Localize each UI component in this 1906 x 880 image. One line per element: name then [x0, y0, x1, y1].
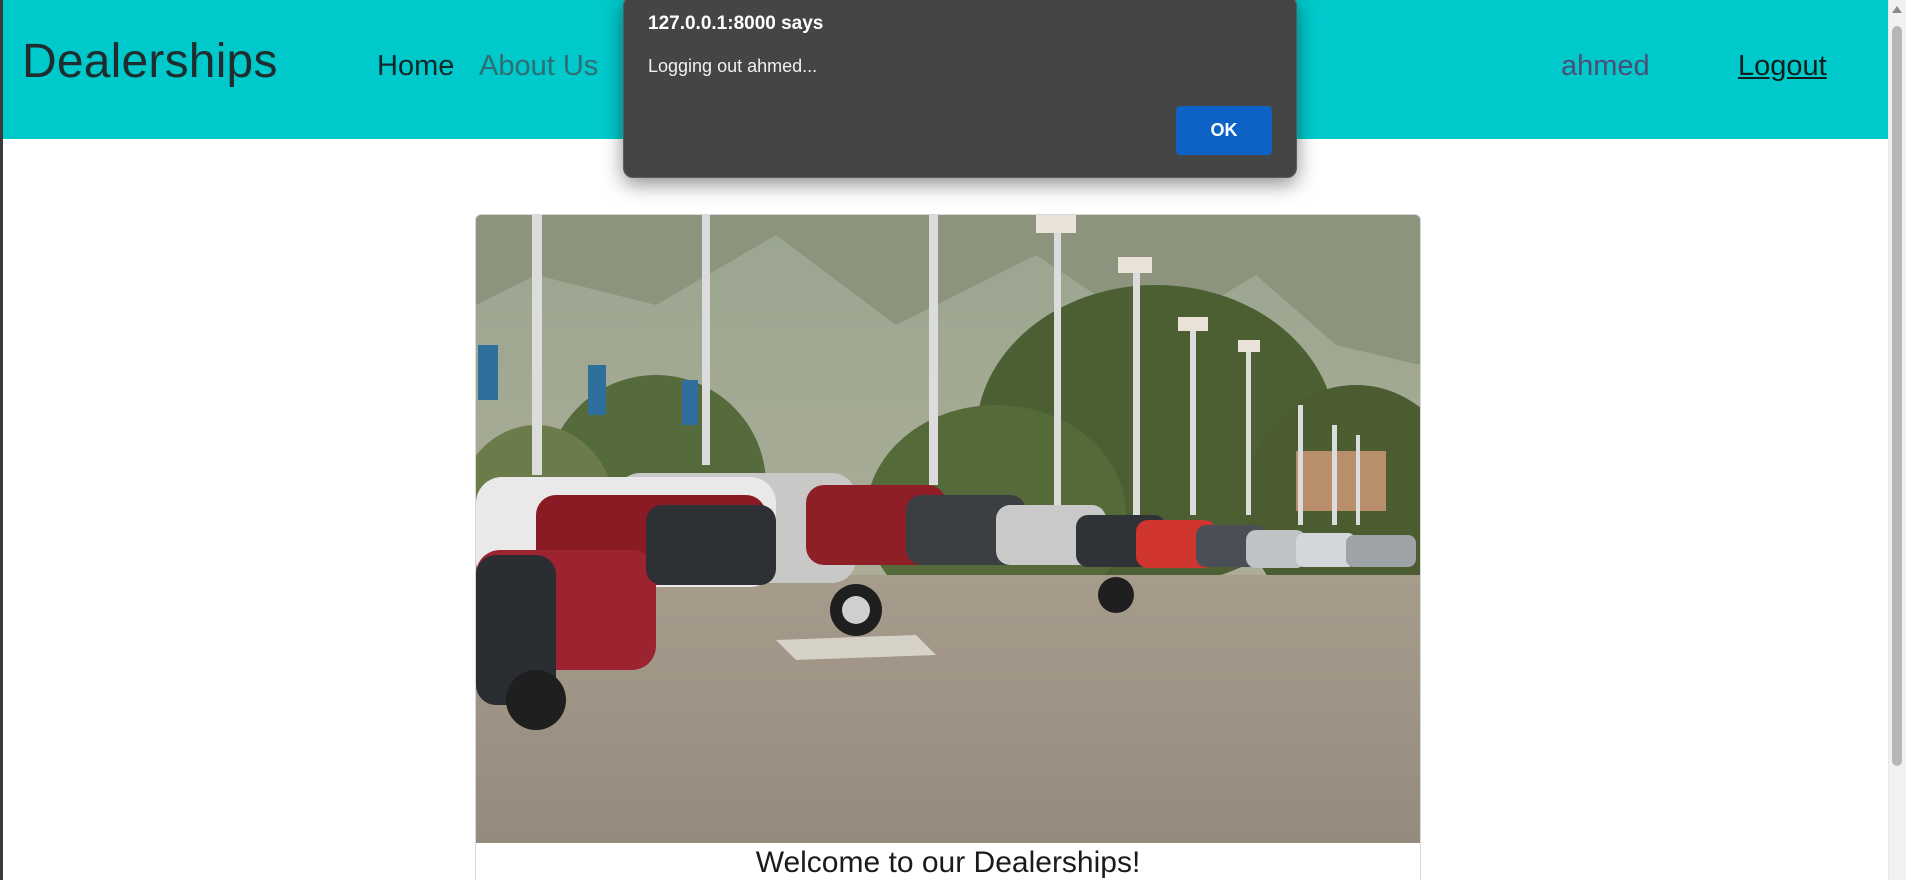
welcome-heading: Welcome to our Dealerships! — [755, 846, 1141, 879]
ok-button[interactable]: OK — [1176, 106, 1272, 155]
welcome-card: Welcome to our Dealerships! — [475, 214, 1421, 880]
page-scrollbar[interactable] — [1888, 0, 1906, 880]
brand-logo[interactable]: Dealerships — [22, 34, 278, 89]
dialog-origin-title: 127.0.0.1:8000 says — [648, 13, 824, 34]
nav-link-about[interactable]: About Us — [479, 50, 598, 83]
scrollbar-thumb[interactable] — [1892, 26, 1902, 766]
dialog-message: Logging out ahmed... — [648, 56, 818, 76]
nav-link-home[interactable]: Home — [377, 50, 454, 83]
username-link[interactable]: ahmed — [1561, 50, 1650, 83]
page: Dealerships Home About Us ahmed Logout W… — [0, 0, 1906, 880]
scroll-up-arrow-icon[interactable] — [1892, 6, 1902, 13]
logout-link[interactable]: Logout — [1738, 50, 1827, 83]
alert-dialog: 127.0.0.1:8000 says Logging out ahmed...… — [623, 0, 1297, 178]
dealership-lot-image — [476, 215, 1420, 843]
